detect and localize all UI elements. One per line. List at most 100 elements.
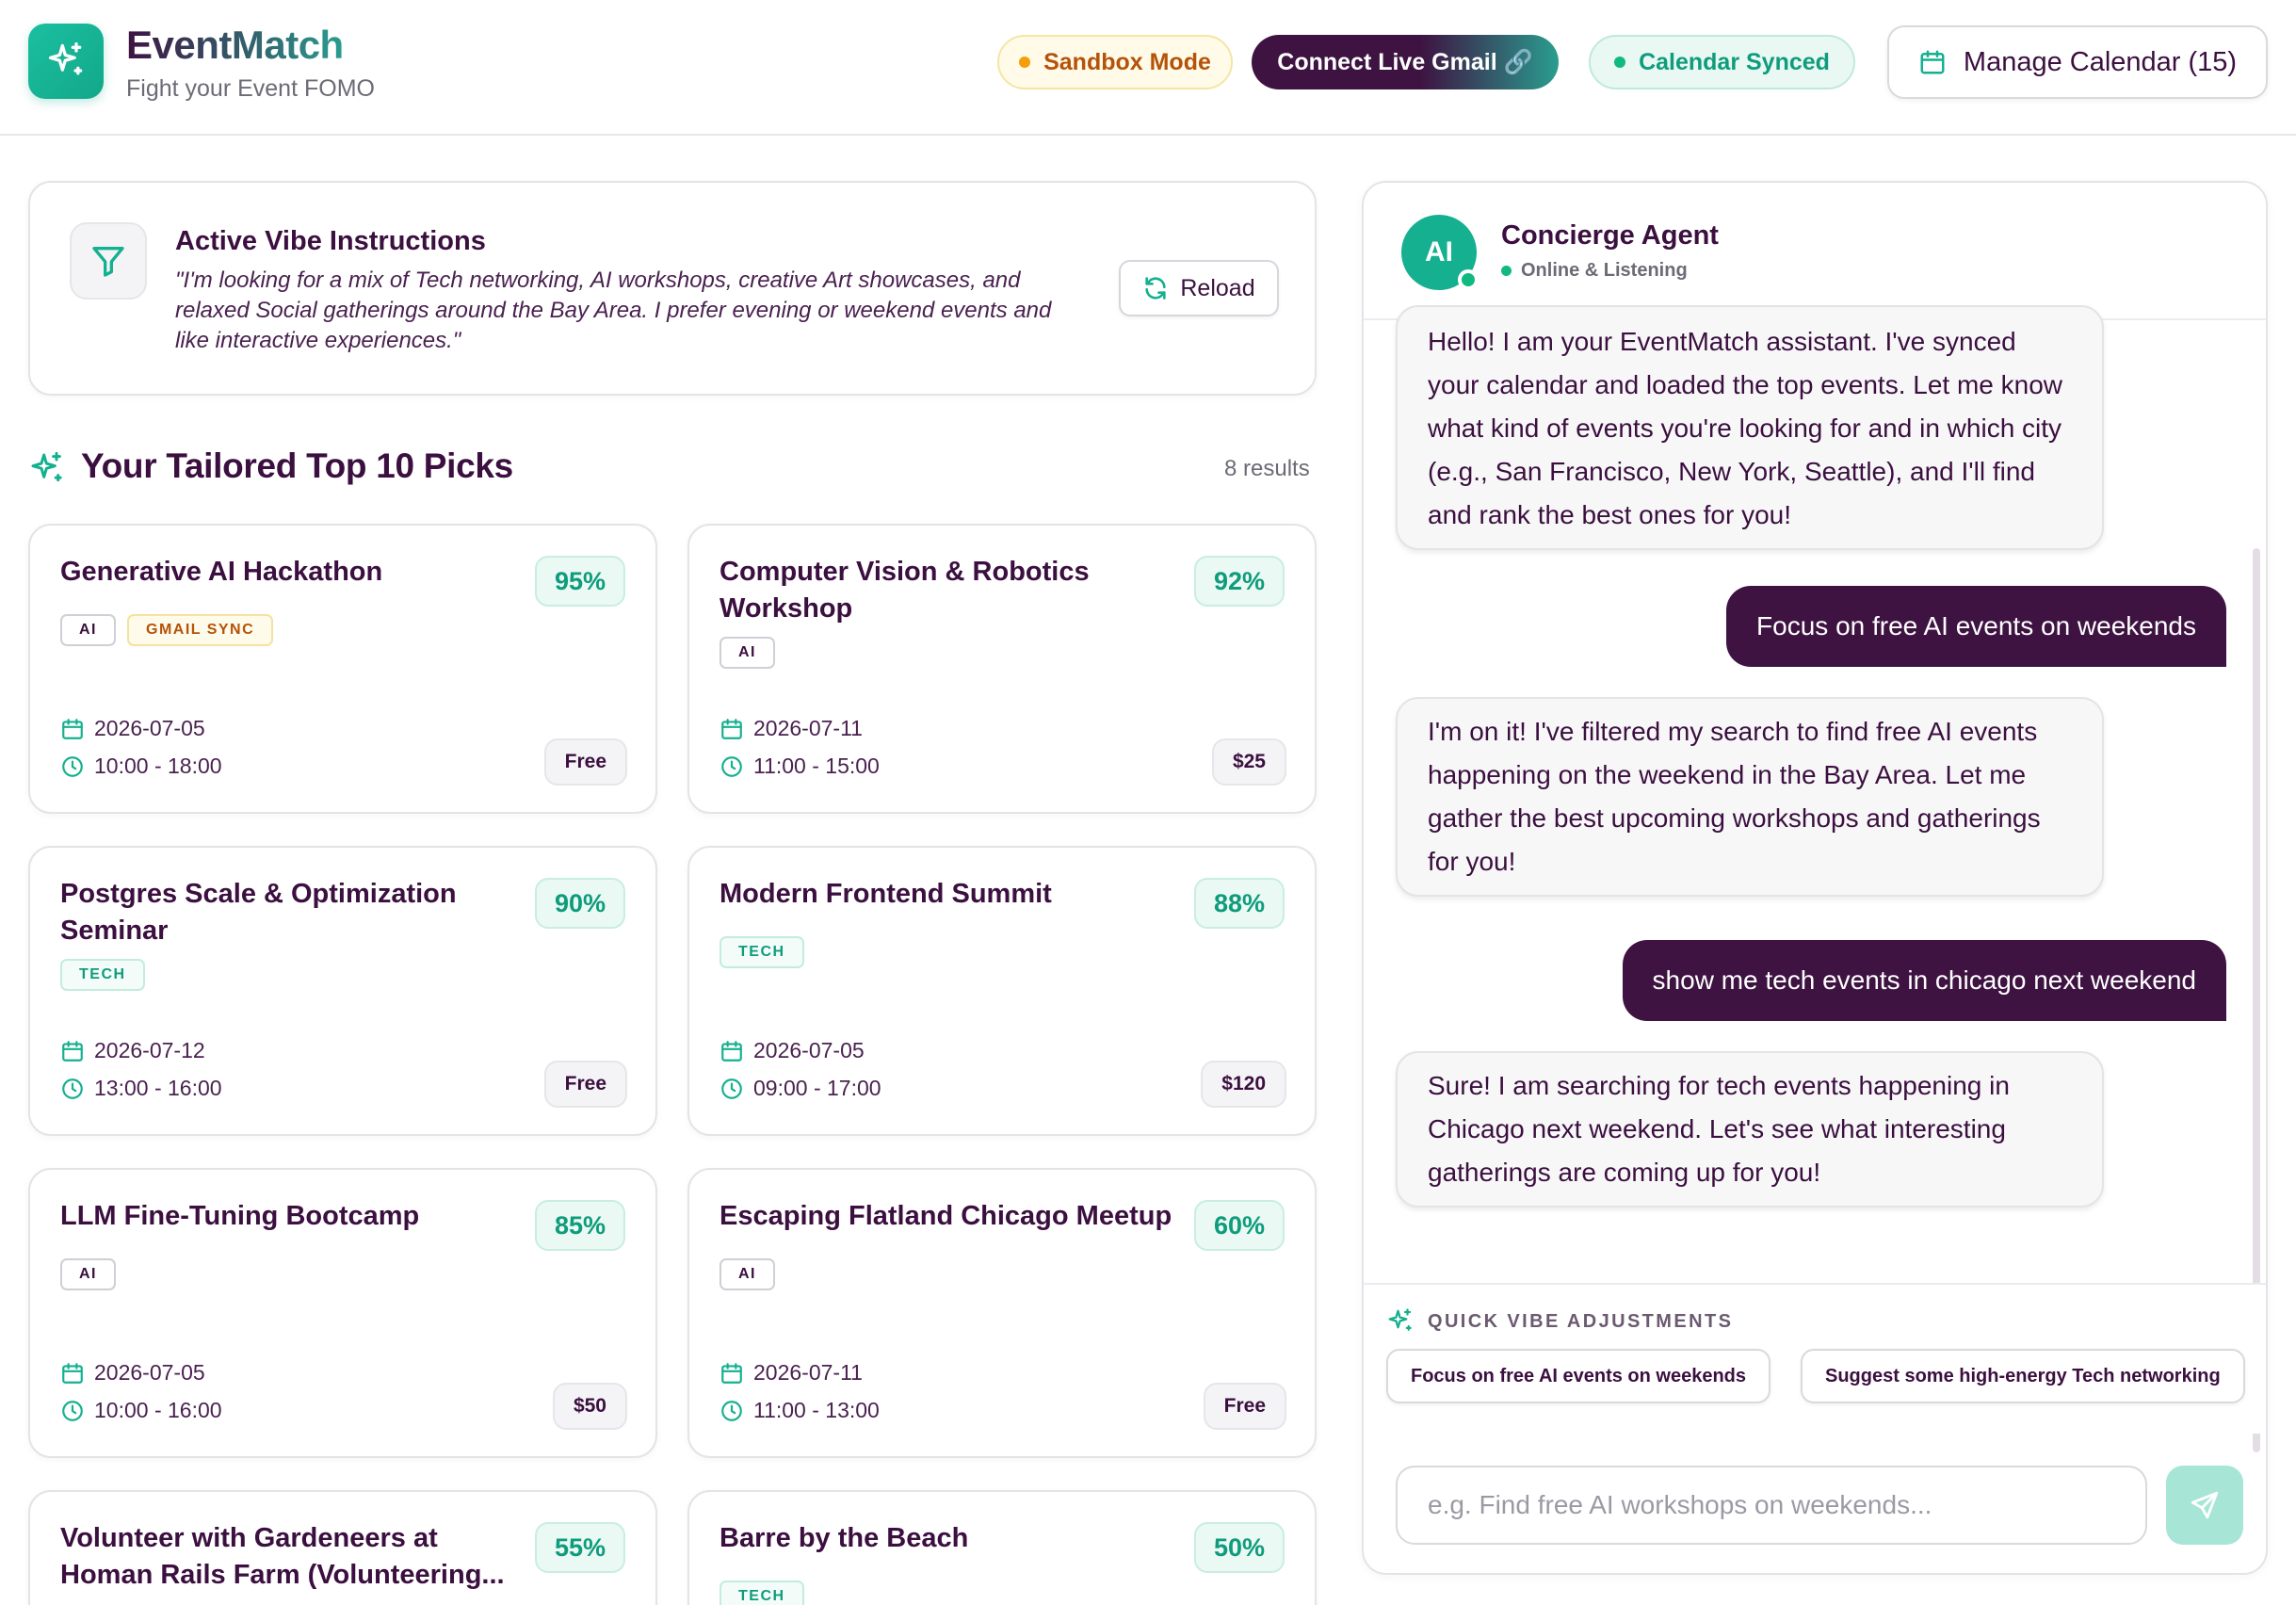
vibe-title: Active Vibe Instructions (175, 226, 486, 256)
app-name: EventMatch (126, 23, 344, 67)
user-message: show me tech events in chicago next week… (1622, 940, 2226, 1021)
event-date-row: 2026-07-05 (720, 1038, 865, 1063)
reload-label: Reload (1180, 274, 1255, 301)
sparkles-icon (31, 451, 62, 482)
event-card[interactable]: Computer Vision & Robotics Workshop 92% … (687, 524, 1317, 814)
event-price: $120 (1201, 1061, 1286, 1108)
connect-gmail-label: Connect Live Gmail 🔗 (1277, 48, 1533, 75)
chip-label: Focus on free AI events on weekends (1411, 1365, 1747, 1386)
event-tag: TECH (720, 1581, 804, 1605)
event-time: 10:00 - 18:00 (94, 754, 222, 778)
event-card[interactable]: Barre by the Beach 50% TECH (687, 1490, 1317, 1605)
event-tags: AI (720, 1258, 775, 1290)
event-title: Volunteer with Gardeneers at Homan Rails… (60, 1523, 505, 1590)
calendar-icon (721, 718, 742, 739)
event-tag: TECH (720, 936, 804, 968)
user-message: Focus on free AI events on weekends (1726, 586, 2226, 667)
clock-icon (62, 1078, 83, 1099)
event-title: Generative AI Hackathon (60, 557, 383, 587)
concierge-chat-panel: AI Concierge Agent Online & Listening He… (1362, 181, 2268, 1575)
calendar-icon (62, 1362, 83, 1384)
send-icon (2191, 1491, 2219, 1519)
event-tags: TECH (720, 936, 804, 968)
event-card[interactable]: Escaping Flatland Chicago Meetup 60% AI … (687, 1168, 1317, 1458)
event-title: LLM Fine-Tuning Bootcamp (60, 1201, 420, 1231)
match-score-badge: 50% (1194, 1522, 1285, 1573)
event-tag: AI (720, 1258, 775, 1290)
event-card[interactable]: Generative AI Hackathon 95% AI GMAIL SYN… (28, 524, 657, 814)
event-time: 09:00 - 17:00 (753, 1076, 881, 1100)
event-tags: AI (60, 1258, 116, 1290)
event-time-row: 10:00 - 16:00 (60, 1398, 222, 1423)
clock-icon (62, 1400, 83, 1421)
event-card[interactable]: LLM Fine-Tuning Bootcamp 85% AI 2026-07-… (28, 1168, 657, 1458)
sparkles-icon (1388, 1308, 1412, 1331)
clock-icon (62, 755, 83, 777)
match-score-badge: 55% (535, 1522, 625, 1573)
event-tag: AI (60, 1258, 116, 1290)
calendar-icon (721, 1040, 742, 1062)
match-score-badge: 85% (535, 1200, 625, 1251)
event-date-row: 2026-07-11 (720, 716, 863, 741)
status-dot-icon (1501, 266, 1512, 276)
sandbox-mode-badge[interactable]: Sandbox Mode (997, 35, 1233, 89)
calendar-icon (62, 1040, 83, 1062)
refresh-icon (1145, 277, 1166, 300)
match-score-badge: 88% (1194, 878, 1285, 929)
calendar-icon (721, 1362, 742, 1384)
event-date-row: 2026-07-12 (60, 1038, 205, 1063)
event-date: 2026-07-05 (753, 1038, 865, 1062)
event-title: Postgres Scale & Optimization Seminar (60, 879, 457, 946)
event-title: Escaping Flatland Chicago Meetup (720, 1201, 1172, 1231)
match-score-badge: 92% (1194, 556, 1285, 607)
clock-icon (721, 755, 742, 777)
match-score-badge: 90% (535, 878, 625, 929)
match-score-badge: 95% (535, 556, 625, 607)
results-count: 8 results (1224, 456, 1310, 481)
calendar-synced-badge: Calendar Synced (1589, 35, 1855, 89)
connect-gmail-button[interactable]: Connect Live Gmail 🔗 (1252, 35, 1559, 89)
chat-input[interactable] (1396, 1466, 2147, 1545)
event-title: Computer Vision & Robotics Workshop (720, 557, 1090, 624)
quick-vibe-chip[interactable]: Focus on free AI events on weekends (1386, 1349, 1771, 1403)
status-dot-icon (1614, 57, 1626, 68)
event-card[interactable]: Postgres Scale & Optimization Seminar 90… (28, 846, 657, 1136)
agent-status-label: Online & Listening (1521, 260, 1688, 281)
event-tags: TECH (60, 959, 145, 991)
manage-calendar-label: Manage Calendar (15) (1963, 46, 2238, 77)
reload-button[interactable]: Reload (1119, 260, 1279, 316)
event-time-row: 10:00 - 18:00 (60, 754, 222, 779)
event-time: 11:00 - 15:00 (753, 754, 880, 778)
agent-name: Concierge Agent (1501, 220, 1719, 251)
event-price: Free (1203, 1383, 1286, 1430)
event-date: 2026-07-11 (753, 716, 863, 740)
event-tags: AI (720, 637, 775, 669)
event-date-row: 2026-07-11 (720, 1360, 863, 1386)
quick-vibe-label: QUICK VIBE ADJUSTMENTS (1386, 1307, 1733, 1336)
event-time-row: 11:00 - 13:00 (720, 1398, 880, 1423)
active-vibe-card: Active Vibe Instructions "I'm looking fo… (28, 181, 1317, 396)
event-card[interactable]: Modern Frontend Summit 88% TECH 2026-07-… (687, 846, 1317, 1136)
event-time: 13:00 - 16:00 (94, 1076, 222, 1100)
send-button[interactable] (2166, 1466, 2243, 1545)
event-time: 11:00 - 13:00 (753, 1398, 880, 1422)
bot-message: Sure! I am searching for tech events hap… (1396, 1051, 2104, 1208)
app-logo[interactable] (28, 24, 104, 99)
calendar-icon (62, 718, 83, 739)
sandbox-mode-label: Sandbox Mode (1043, 48, 1211, 75)
event-tag: TECH (60, 959, 145, 991)
event-tags: AI GMAIL SYNC (60, 614, 274, 646)
picks-title: Your Tailored Top 10 Picks (81, 446, 513, 485)
event-date: 2026-07-12 (94, 1038, 205, 1062)
quick-vibe-chip[interactable]: Suggest some high-energy Tech networking (1801, 1349, 2245, 1403)
bot-message: Hello! I am your EventMatch assistant. I… (1396, 305, 2104, 550)
event-card[interactable]: Volunteer with Gardeneers at Homan Rails… (28, 1490, 657, 1605)
sparkles-icon (48, 42, 83, 75)
event-time: 10:00 - 16:00 (94, 1398, 222, 1422)
bot-message: I'm on it! I've filtered my search to fi… (1396, 697, 2104, 897)
manage-calendar-button[interactable]: Manage Calendar (15) (1887, 25, 2268, 99)
message-text: Focus on free AI events on weekends (1756, 611, 2196, 640)
message-text: Sure! I am searching for tech events hap… (1428, 1071, 2010, 1187)
message-text: I'm on it! I've filtered my search to fi… (1428, 717, 2041, 876)
calendar-synced-label: Calendar Synced (1639, 48, 1830, 75)
